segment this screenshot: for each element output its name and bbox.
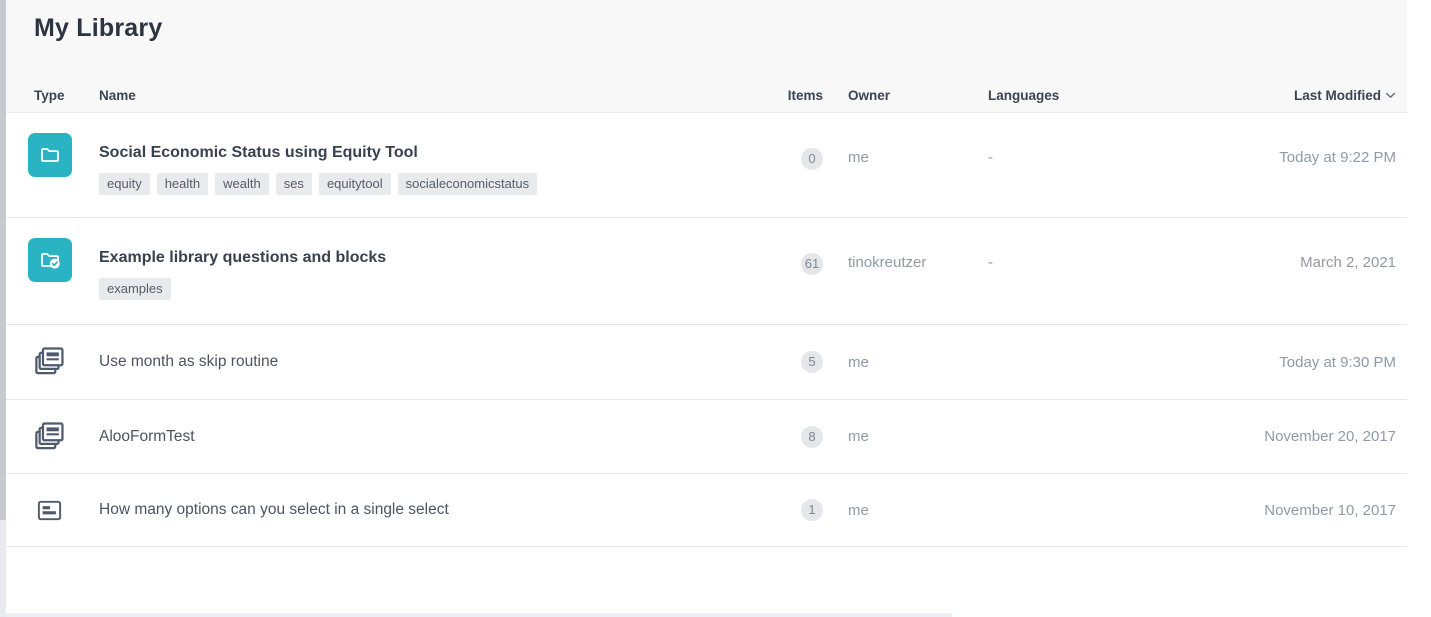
items-count-badge: 0 [801,148,823,170]
asset-name: AlooFormTest [99,428,763,446]
owner-label: me [843,354,983,371]
owner-label: me [843,113,983,166]
asset-name: Use month as skip routine [99,353,763,371]
table-row[interactable]: Example library questions and blocks exa… [6,218,1407,325]
asset-name: Social Economic Status using Equity Tool [99,142,763,164]
last-modified-label: Today at 9:30 PM [1253,354,1407,371]
table-row[interactable]: Social Economic Status using Equity Tool… [6,113,1407,218]
tag-list: equity health wealth ses equitytool socialeco… [99,173,763,195]
column-header-type: Type [22,88,99,103]
items-count-badge: 5 [801,351,823,373]
stacked-pages-icon [32,419,68,455]
tag: health [157,173,208,195]
library-content: My Library Type Name Items Owner Languag… [6,0,1407,547]
last-modified-label: March 2, 2021 [1253,218,1407,271]
chevron-down-icon [1385,87,1396,102]
languages-label: - [983,113,1253,166]
tag: equitytool [319,173,391,195]
folder-check-icon [28,238,72,282]
column-header-name: Name [99,88,763,103]
my-library-page: My Library Type Name Items Owner Languag… [0,0,1431,617]
owner-label: me [843,502,983,519]
column-header-languages: Languages [983,88,1253,103]
asset-name: How many options can you select in a sin… [99,501,763,519]
last-modified-label: Today at 9:22 PM [1253,113,1407,166]
asset-name: Example library questions and blocks [99,247,763,269]
items-count-badge: 8 [801,426,823,448]
tag: ses [276,173,312,195]
last-modified-label: November 20, 2017 [1253,428,1407,445]
items-count-badge: 61 [801,253,823,275]
library-header: My Library Type Name Items Owner Languag… [6,0,1407,113]
table-row[interactable]: Use month as skip routine 5 me Today at … [6,325,1407,400]
tag-list: examples [99,278,763,300]
table-header-row: Type Name Items Owner Languages Last Mod… [6,87,1407,112]
last-modified-label: November 10, 2017 [1253,502,1407,519]
column-header-items: Items [763,88,843,103]
page-title: My Library [34,14,1407,43]
tag: socialeconomicstatus [398,173,538,195]
table-row[interactable]: How many options can you select in a sin… [6,474,1407,547]
tag: examples [99,278,171,300]
tag: equity [99,173,150,195]
stacked-pages-icon [32,344,68,380]
languages-label: - [983,218,1253,271]
tag: wealth [215,173,269,195]
table-row[interactable]: AlooFormTest 8 me November 20, 2017 [6,400,1407,474]
folder-icon [28,133,72,177]
column-header-owner: Owner [843,88,983,103]
owner-label: tinokreutzer [843,218,983,271]
horizontal-scrollbar-track[interactable] [6,613,952,617]
single-card-icon [32,496,64,525]
column-header-last-modified[interactable]: Last Modified [1253,87,1407,103]
items-count-badge: 1 [801,499,823,521]
owner-label: me [843,428,983,445]
